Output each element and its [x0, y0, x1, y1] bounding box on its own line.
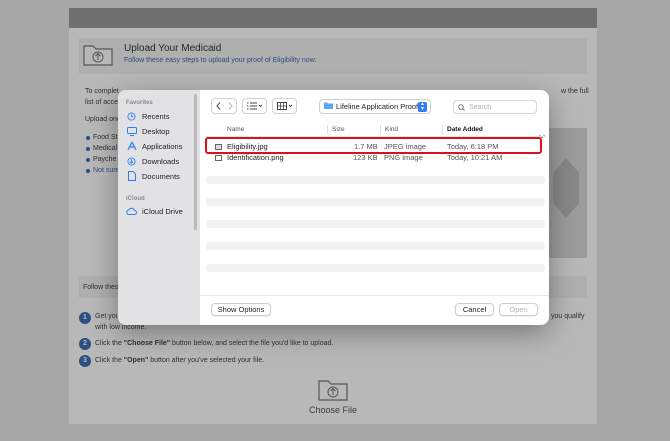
desktop-icon	[126, 126, 137, 137]
cancel-button[interactable]: Cancel	[455, 303, 494, 316]
selection-highlight-box	[205, 137, 542, 154]
sidebar-item-label: Recents	[142, 111, 170, 121]
file-kind: PNG image	[384, 153, 423, 162]
applications-icon	[126, 141, 137, 152]
column-header-name[interactable]: Name	[227, 126, 244, 133]
file-size: 123 KB	[353, 153, 378, 162]
group-view-button[interactable]	[272, 98, 297, 114]
clock-icon	[126, 111, 137, 122]
list-view-button[interactable]	[242, 98, 267, 114]
empty-row	[206, 264, 545, 272]
column-header-date-added[interactable]: Date Added	[447, 126, 483, 133]
show-options-button[interactable]: Show Options	[211, 303, 271, 316]
location-label: Lifeline Application Proof...	[336, 102, 425, 111]
sidebar-scrollbar[interactable]	[194, 94, 197, 230]
back-arrow-icon[interactable]	[212, 97, 224, 115]
empty-row	[206, 242, 545, 250]
column-divider[interactable]	[442, 125, 443, 134]
column-divider[interactable]	[327, 125, 328, 134]
empty-row	[206, 176, 545, 184]
favorites-heading: Favorites	[126, 100, 153, 106]
search-field[interactable]	[453, 100, 537, 114]
sidebar-item-label: Documents	[142, 171, 180, 181]
sidebar-item-desktop[interactable]: Desktop	[126, 125, 170, 137]
sidebar-item-recents[interactable]: Recents	[126, 110, 170, 122]
list-view-icon	[246, 97, 263, 115]
nav-back-forward	[211, 98, 237, 114]
open-button[interactable]: Open	[499, 303, 538, 316]
sidebar-item-applications[interactable]: Applications	[126, 140, 182, 152]
footer-divider	[200, 295, 549, 296]
search-icon	[458, 98, 465, 116]
cloud-icon	[126, 206, 137, 217]
dialog-sidebar: Favorites Recents Desktop Applications D…	[118, 90, 200, 325]
document-icon	[126, 171, 137, 182]
empty-row	[206, 220, 545, 228]
download-icon	[126, 156, 137, 167]
image-file-icon	[215, 155, 222, 161]
folder-icon	[324, 102, 333, 111]
column-header-size[interactable]: Size	[332, 126, 345, 133]
sidebar-item-label: Applications	[142, 141, 183, 151]
sidebar-item-label: Downloads	[142, 156, 180, 166]
column-divider[interactable]	[380, 125, 381, 134]
icloud-heading: iCloud	[126, 196, 145, 202]
grid-view-icon	[276, 97, 293, 115]
column-header-kind[interactable]: Kind	[385, 126, 398, 133]
sidebar-item-documents[interactable]: Documents	[126, 170, 180, 182]
sidebar-item-icloud-drive[interactable]: iCloud Drive	[126, 205, 183, 217]
forward-arrow-icon[interactable]	[224, 97, 236, 115]
file-row-identification[interactable]: Identification.png 123 KB PNG image Toda…	[206, 153, 546, 164]
sidebar-item-label: iCloud Drive	[142, 206, 183, 216]
file-open-dialog: Favorites Recents Desktop Applications D…	[118, 90, 549, 325]
sidebar-item-downloads[interactable]: Downloads	[126, 155, 179, 167]
location-dropdown[interactable]: Lifeline Application Proof... ▲ ▼	[319, 99, 431, 114]
file-name: Identification.png	[227, 153, 284, 162]
file-date: Today, 10:21 AM	[447, 153, 503, 162]
chevron-up-down-icon: ▲ ▼	[418, 102, 427, 112]
sidebar-item-label: Desktop	[142, 126, 170, 136]
empty-row	[206, 198, 545, 206]
search-input[interactable]	[469, 103, 529, 111]
